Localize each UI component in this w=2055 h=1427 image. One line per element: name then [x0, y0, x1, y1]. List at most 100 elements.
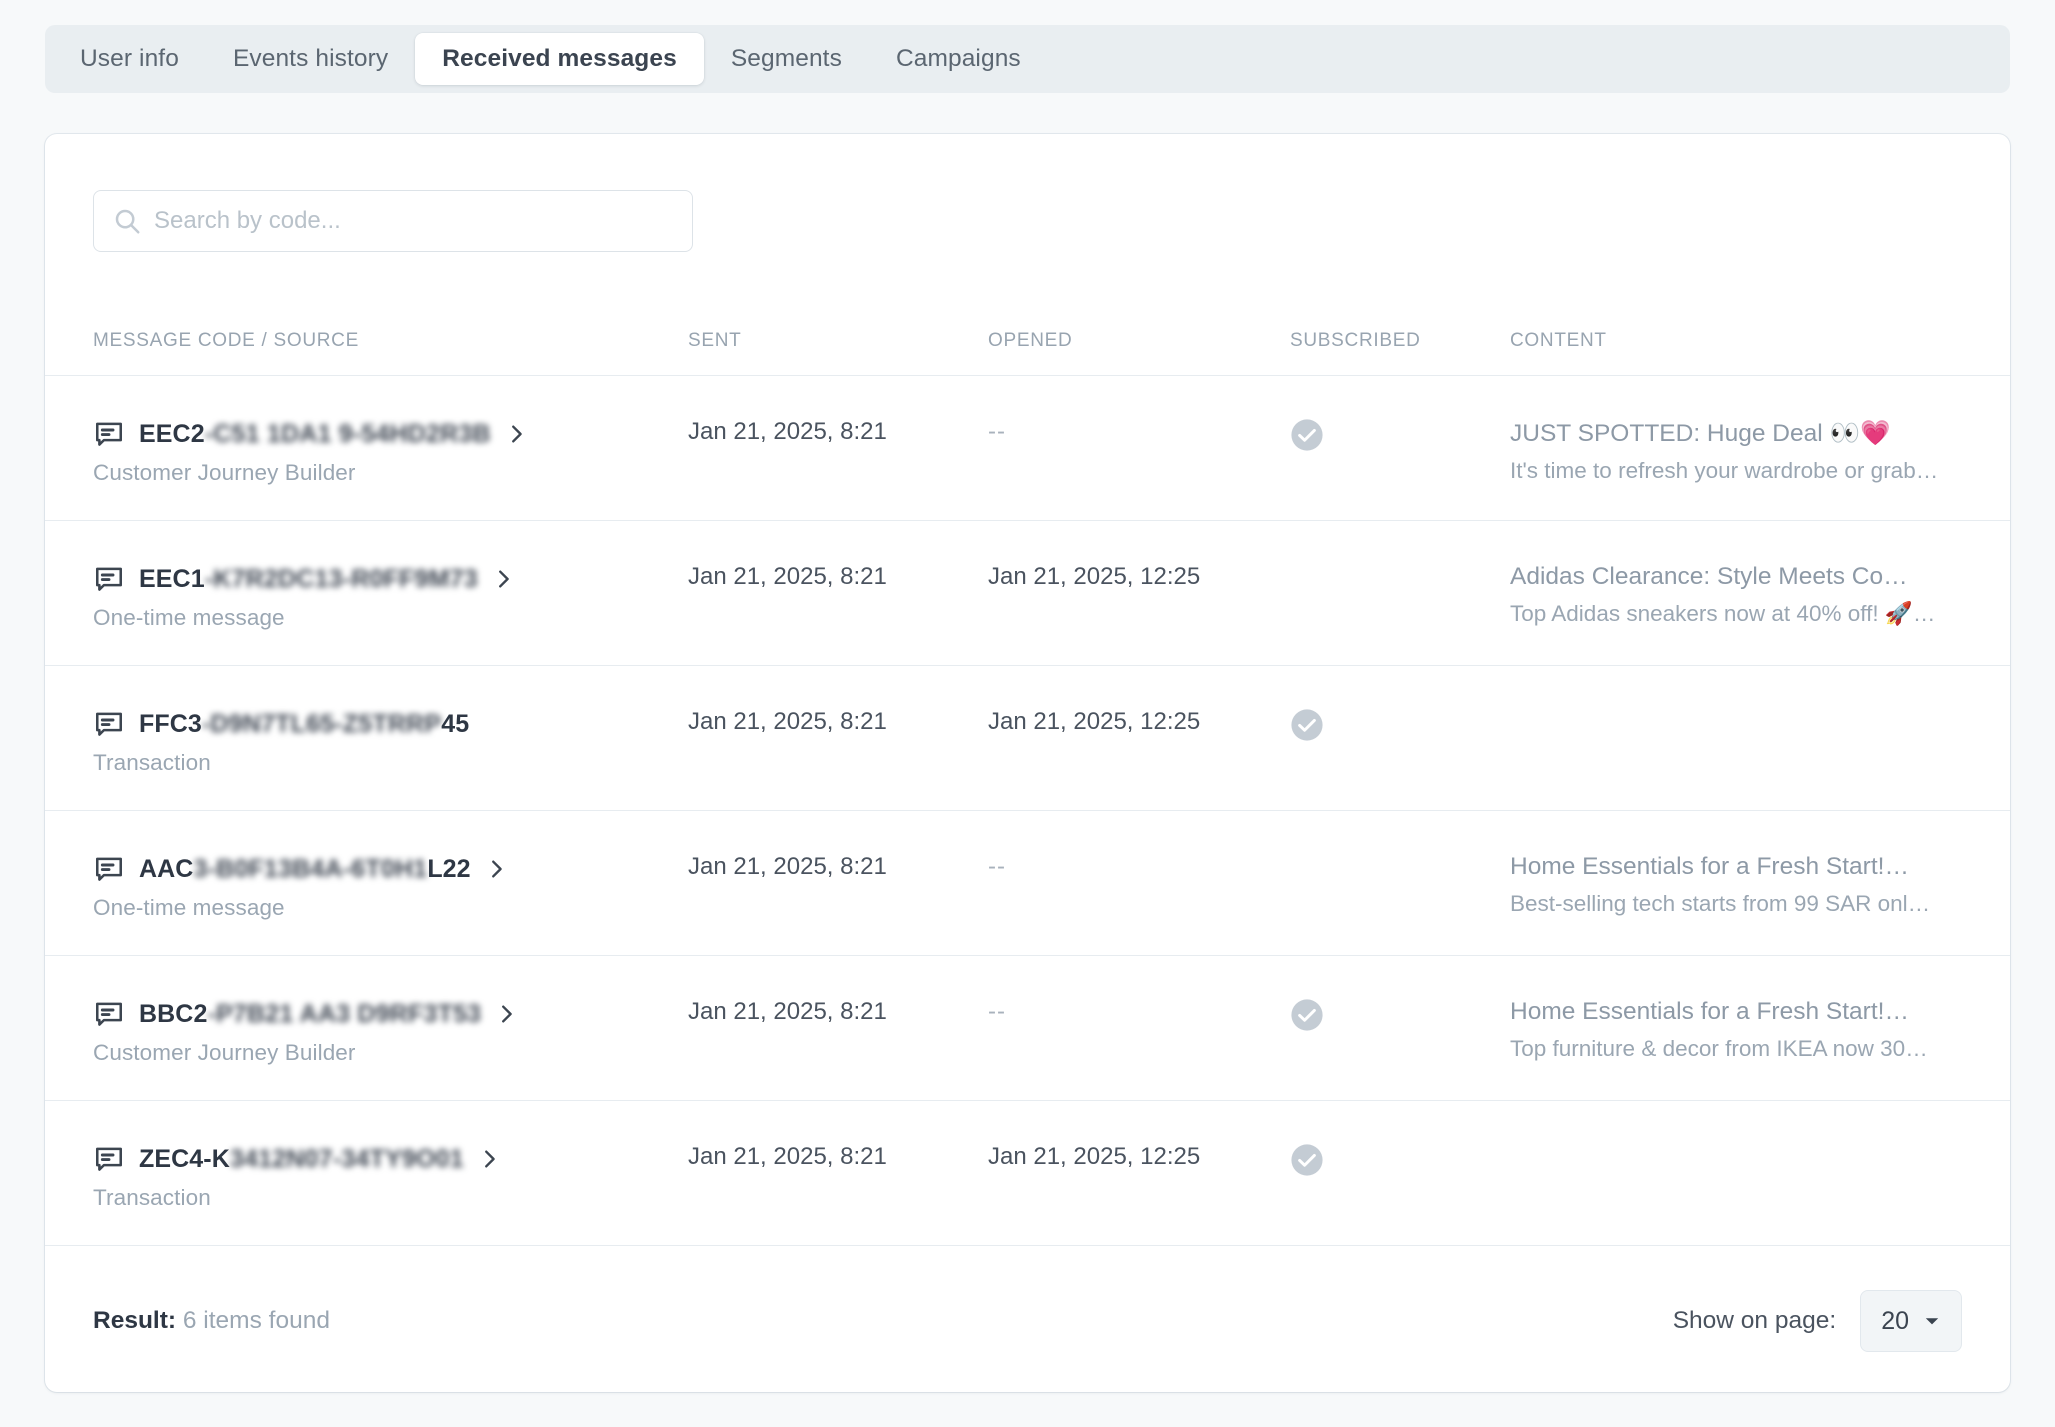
cell-subscribed	[1290, 1101, 1510, 1177]
cell-subscribed	[1290, 376, 1510, 452]
content-preview: Top furniture & decor from IKEA now 30…	[1510, 1036, 1928, 1061]
cell-subscribed	[1290, 666, 1510, 742]
messages-table: MESSAGE CODE / SOURCE SENT OPENED SUBSCRIBE…	[45, 306, 2010, 1392]
chevron-right-icon[interactable]	[478, 1148, 500, 1170]
check-circle-icon	[1290, 998, 1324, 1032]
content-title: Home Essentials for a Fresh Start!…	[1510, 998, 1909, 1025]
opened-timestamp: Jan 21, 2025, 12:25	[988, 708, 1201, 735]
page-size-select[interactable]: 20	[1860, 1290, 1962, 1352]
tab-events-history[interactable]: Events history	[206, 33, 415, 85]
cell-sent: Jan 21, 2025, 8:21	[688, 376, 988, 446]
check-circle-icon	[1290, 708, 1324, 742]
message-code-line: BBC2 -P7B21 AA3 D9RF3T53	[93, 998, 688, 1030]
table-body: EEC2 -C51 1DA1 9-54HD2R3B Customer Journey…	[45, 376, 2010, 1246]
received-messages-page: User info Events history Received messages…	[0, 0, 2055, 1427]
message-code-prefix: AAC	[139, 854, 194, 883]
message-source: One-time message	[93, 605, 285, 630]
page-size-value: 20	[1881, 1306, 1909, 1335]
table-header-row: MESSAGE CODE / SOURCE SENT OPENED SUBSCRIBE…	[45, 306, 2010, 376]
chevron-right-icon[interactable]	[495, 1003, 517, 1025]
message-code-redacted: -C51 1DA1 9-54HD2R3B	[204, 419, 491, 448]
cell-opened: --	[988, 811, 1290, 881]
cell-opened: Jan 21, 2025, 12:25	[988, 1101, 1290, 1171]
cell-subscribed	[1290, 811, 1510, 853]
cell-message-code[interactable]: EEC2 -C51 1DA1 9-54HD2R3B Customer Journey…	[93, 376, 688, 486]
message-code-prefix: EEC2	[139, 419, 205, 448]
message-code-redacted: 3-B0F13B4A-6T0H1	[193, 854, 428, 883]
tab-label: User info	[80, 45, 179, 72]
cell-subscribed	[1290, 956, 1510, 1032]
chevron-right-icon[interactable]	[485, 858, 507, 880]
sent-timestamp: Jan 21, 2025, 8:21	[688, 1143, 887, 1170]
table-footer: Result: 6 items found Show on page: 20	[45, 1246, 2010, 1392]
show-on-page-label: Show on page:	[1672, 1307, 1837, 1334]
sent-timestamp: Jan 21, 2025, 8:21	[688, 708, 887, 735]
message-bubble-icon	[93, 563, 125, 595]
cell-opened: --	[988, 956, 1290, 1026]
content-title: Home Essentials for a Fresh Start!…	[1510, 853, 1909, 880]
message-code-prefix: BBC2	[139, 999, 208, 1028]
check-circle-icon	[1290, 1143, 1324, 1177]
cell-message-code[interactable]: FFC3 -D9N7TL65-Z5TRRP 45 Transaction	[93, 666, 688, 776]
tab-label: Received messages	[442, 45, 677, 72]
search-area	[93, 190, 693, 252]
column-header-sent: SENT	[688, 329, 742, 351]
chevron-right-icon[interactable]	[505, 423, 527, 445]
message-source: Customer Journey Builder	[93, 1040, 356, 1065]
pagination-controls: Show on page: 20	[1673, 1290, 1962, 1352]
table-row[interactable]: ZEC4-K 3412N07-34TY9O01 Transaction Jan 21,…	[45, 1101, 2010, 1246]
cell-message-code[interactable]: ZEC4-K 3412N07-34TY9O01 Transaction	[93, 1101, 688, 1211]
opened-timestamp: --	[988, 418, 1006, 445]
tab-user-info[interactable]: User info	[53, 33, 206, 85]
table-row[interactable]: AAC 3-B0F13B4A-6T0H1 L22 One-time message Ja…	[45, 811, 2010, 956]
tab-campaigns[interactable]: Campaigns	[869, 33, 1048, 85]
tab-label: Campaigns	[895, 45, 1021, 72]
messages-card: MESSAGE CODE / SOURCE SENT OPENED SUBSCRIBE…	[45, 134, 2010, 1392]
sent-timestamp: Jan 21, 2025, 8:21	[688, 563, 887, 590]
message-bubble-icon	[93, 1143, 125, 1175]
table-row[interactable]: EEC1 -K7R2DC13-R0FF9M73 One-time message Ja…	[45, 521, 2010, 666]
cell-content	[1510, 1101, 1962, 1143]
message-code-line: FFC3 -D9N7TL65-Z5TRRP 45	[93, 708, 688, 740]
search-box[interactable]	[93, 190, 693, 252]
cell-message-code[interactable]: AAC 3-B0F13B4A-6T0H1 L22 One-time message	[93, 811, 688, 921]
opened-timestamp: --	[988, 998, 1006, 1025]
content-title: Adidas Clearance: Style Meets Co…	[1510, 563, 1908, 590]
message-bubble-icon	[93, 853, 125, 885]
cell-content: JUST SPOTTED: Huge Deal 👀💗 It's time to r…	[1510, 376, 1962, 484]
content-preview: Best-selling tech starts from 99 SAR onl…	[1510, 891, 1931, 916]
message-code-redacted: -K7R2DC13-R0FF9M73	[204, 564, 478, 593]
message-bubble-icon	[93, 418, 125, 450]
tab-label: Events history	[232, 45, 389, 72]
message-code-redacted: 3412N07-34TY9O01	[229, 1144, 464, 1173]
message-code-line: EEC2 -C51 1DA1 9-54HD2R3B	[93, 418, 688, 450]
result-count: 6 items found	[182, 1307, 330, 1334]
message-code-suffix: L22	[427, 854, 471, 883]
cell-sent: Jan 21, 2025, 8:21	[688, 1101, 988, 1171]
tab-received-messages[interactable]: Received messages	[415, 33, 704, 85]
cell-message-code[interactable]: EEC1 -K7R2DC13-R0FF9M73 One-time message	[93, 521, 688, 631]
message-code-line: EEC1 -K7R2DC13-R0FF9M73	[93, 563, 688, 595]
message-source: Customer Journey Builder	[93, 460, 356, 485]
opened-timestamp: --	[988, 853, 1006, 880]
cell-message-code[interactable]: BBC2 -P7B21 AA3 D9RF3T53 Customer Journey …	[93, 956, 688, 1066]
cell-content	[1510, 666, 1962, 708]
message-code-prefix: EEC1	[139, 564, 205, 593]
cell-opened: --	[988, 376, 1290, 446]
table-row[interactable]: FFC3 -D9N7TL65-Z5TRRP 45 Transaction Jan 21,…	[45, 666, 2010, 811]
search-icon	[112, 206, 142, 236]
content-preview: Top Adidas sneakers now at 40% off! 🚀…	[1510, 601, 1936, 626]
table-row[interactable]: BBC2 -P7B21 AA3 D9RF3T53 Customer Journey …	[45, 956, 2010, 1101]
message-bubble-icon	[93, 708, 125, 740]
tab-segments[interactable]: Segments	[704, 33, 869, 85]
table-row[interactable]: EEC2 -C51 1DA1 9-54HD2R3B Customer Journey…	[45, 376, 2010, 521]
search-input[interactable]	[154, 207, 674, 235]
cell-sent: Jan 21, 2025, 8:21	[688, 521, 988, 591]
chevron-right-icon[interactable]	[492, 568, 514, 590]
column-header-content: CONTENT	[1510, 329, 1607, 351]
check-circle-icon	[1290, 418, 1324, 452]
sent-timestamp: Jan 21, 2025, 8:21	[688, 418, 887, 445]
message-bubble-icon	[93, 998, 125, 1030]
cell-sent: Jan 21, 2025, 8:21	[688, 666, 988, 736]
cell-sent: Jan 21, 2025, 8:21	[688, 811, 988, 881]
